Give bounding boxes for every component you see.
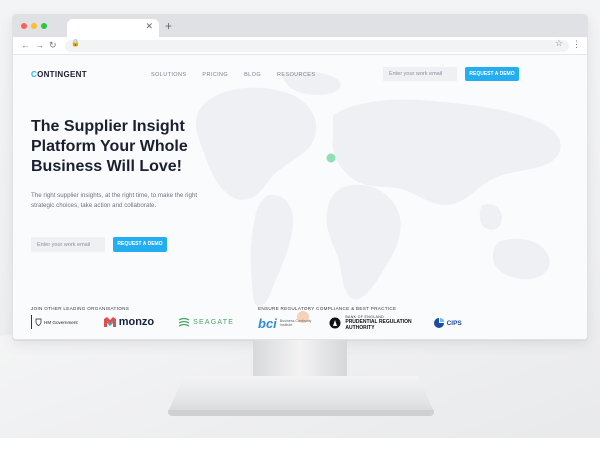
seagate-logo: SEAGATE — [178, 317, 235, 327]
monzo-mark-icon — [103, 317, 116, 327]
browser-toolbar: ←→↻ 🔒 ☆ ⋮ — [13, 37, 587, 55]
cips-logo: CIPS — [433, 318, 462, 328]
compliance-logos: bci Business Continuity Institute BANK O… — [258, 315, 462, 331]
monitor-screen: ✕ + ←→↻ 🔒 ☆ ⋮ CONTINGENT SOLUTIONS PRICI… — [12, 14, 588, 340]
header-email-input[interactable]: Enter your work email — [383, 67, 457, 81]
crest-icon — [35, 318, 42, 326]
close-tab-icon[interactable]: ✕ — [145, 21, 153, 32]
nav-resources[interactable]: RESOURCES — [277, 72, 315, 78]
nav-pricing[interactable]: PRICING — [202, 72, 228, 78]
world-map — [196, 71, 561, 323]
address-bar[interactable]: 🔒 ☆ — [65, 38, 569, 52]
seagate-mark-icon — [178, 317, 190, 327]
hero-title: The Supplier Insight Platform Your Whole… — [31, 117, 231, 177]
site-header: CONTINGENT SOLUTIONS PRICING BLOG RESOUR… — [31, 67, 567, 85]
hero-subtitle-line: strategic choices, take action and colla… — [31, 202, 157, 209]
hero-subtitle: The right supplier insights, at the righ… — [31, 191, 241, 211]
nav-blog[interactable]: BLOG — [244, 72, 261, 78]
main-nav: SOLUTIONS PRICING BLOG RESOURCES — [151, 72, 315, 78]
cips-mark-icon — [433, 318, 444, 328]
britannia-emblem-icon — [329, 317, 341, 329]
header-request-demo-button[interactable]: REQUEST A DEMO — [465, 67, 519, 81]
maximize-window-icon[interactable] — [41, 23, 47, 29]
bank-of-england-pra-logo: BANK OF ENGLAND PRUDENTIAL REGULATION AU… — [329, 315, 412, 331]
hero-request-demo-button[interactable]: REQUEST A DEMO — [113, 237, 167, 252]
compliance-label: ENSURE REGULATORY COMPLIANCE & BEST PRAC… — [258, 306, 397, 311]
hero-email-input[interactable]: Enter your work email — [31, 237, 105, 252]
hm-government-logo: HM Government — [31, 315, 78, 329]
lock-icon: 🔒 — [71, 40, 80, 47]
star-icon[interactable]: ☆ — [555, 38, 563, 49]
seagate-text: SEAGATE — [193, 318, 235, 326]
minimize-window-icon[interactable] — [31, 23, 37, 29]
cips-text: CIPS — [446, 319, 462, 327]
map-marker-green — [326, 153, 336, 163]
hero-title-line: The Supplier Insight — [31, 118, 185, 135]
boe-line: AUTHORITY — [345, 325, 375, 331]
window-controls — [21, 23, 47, 29]
hero-title-line: Platform Your Whole — [31, 138, 188, 155]
hm-government-text: HM Government — [44, 319, 78, 325]
browser-nav-icons[interactable]: ←→↻ — [21, 40, 62, 51]
bci-text-line: Institute — [279, 323, 293, 327]
monzo-logo: monzo — [103, 316, 155, 328]
monzo-text: monzo — [118, 316, 155, 328]
bci-mark-icon: bci — [258, 315, 277, 331]
hero-title-line: Business Will Love! — [31, 158, 182, 175]
organisation-logos: HM Government monzo SEAGATE — [31, 315, 234, 329]
contingent-logo[interactable]: CONTINGENT — [31, 70, 87, 79]
bci-logo: bci Business Continuity Institute — [258, 316, 311, 331]
close-window-icon[interactable] — [21, 23, 27, 29]
webpage: CONTINGENT SOLUTIONS PRICING BLOG RESOUR… — [13, 55, 587, 339]
new-tab-icon[interactable]: + — [165, 19, 172, 33]
organisations-label: JOIN OTHER LEADING ORGANISATIONS — [31, 306, 130, 311]
floor — [0, 438, 600, 450]
logo-text: ONTINGENT — [37, 70, 87, 79]
browser-menu-icon[interactable]: ⋮ — [572, 39, 581, 50]
boe-text: BANK OF ENGLAND PRUDENTIAL REGULATION AU… — [345, 315, 411, 331]
browser-tab[interactable]: ✕ — [67, 19, 159, 37]
monitor-base-edge — [168, 410, 434, 416]
bci-text: Business Continuity Institute — [280, 319, 312, 328]
browser-tab-strip: ✕ + — [13, 15, 587, 37]
nav-solutions[interactable]: SOLUTIONS — [151, 72, 186, 78]
hero-subtitle-line: The right supplier insights, at the righ… — [31, 192, 198, 199]
monitor-neck — [253, 340, 347, 382]
